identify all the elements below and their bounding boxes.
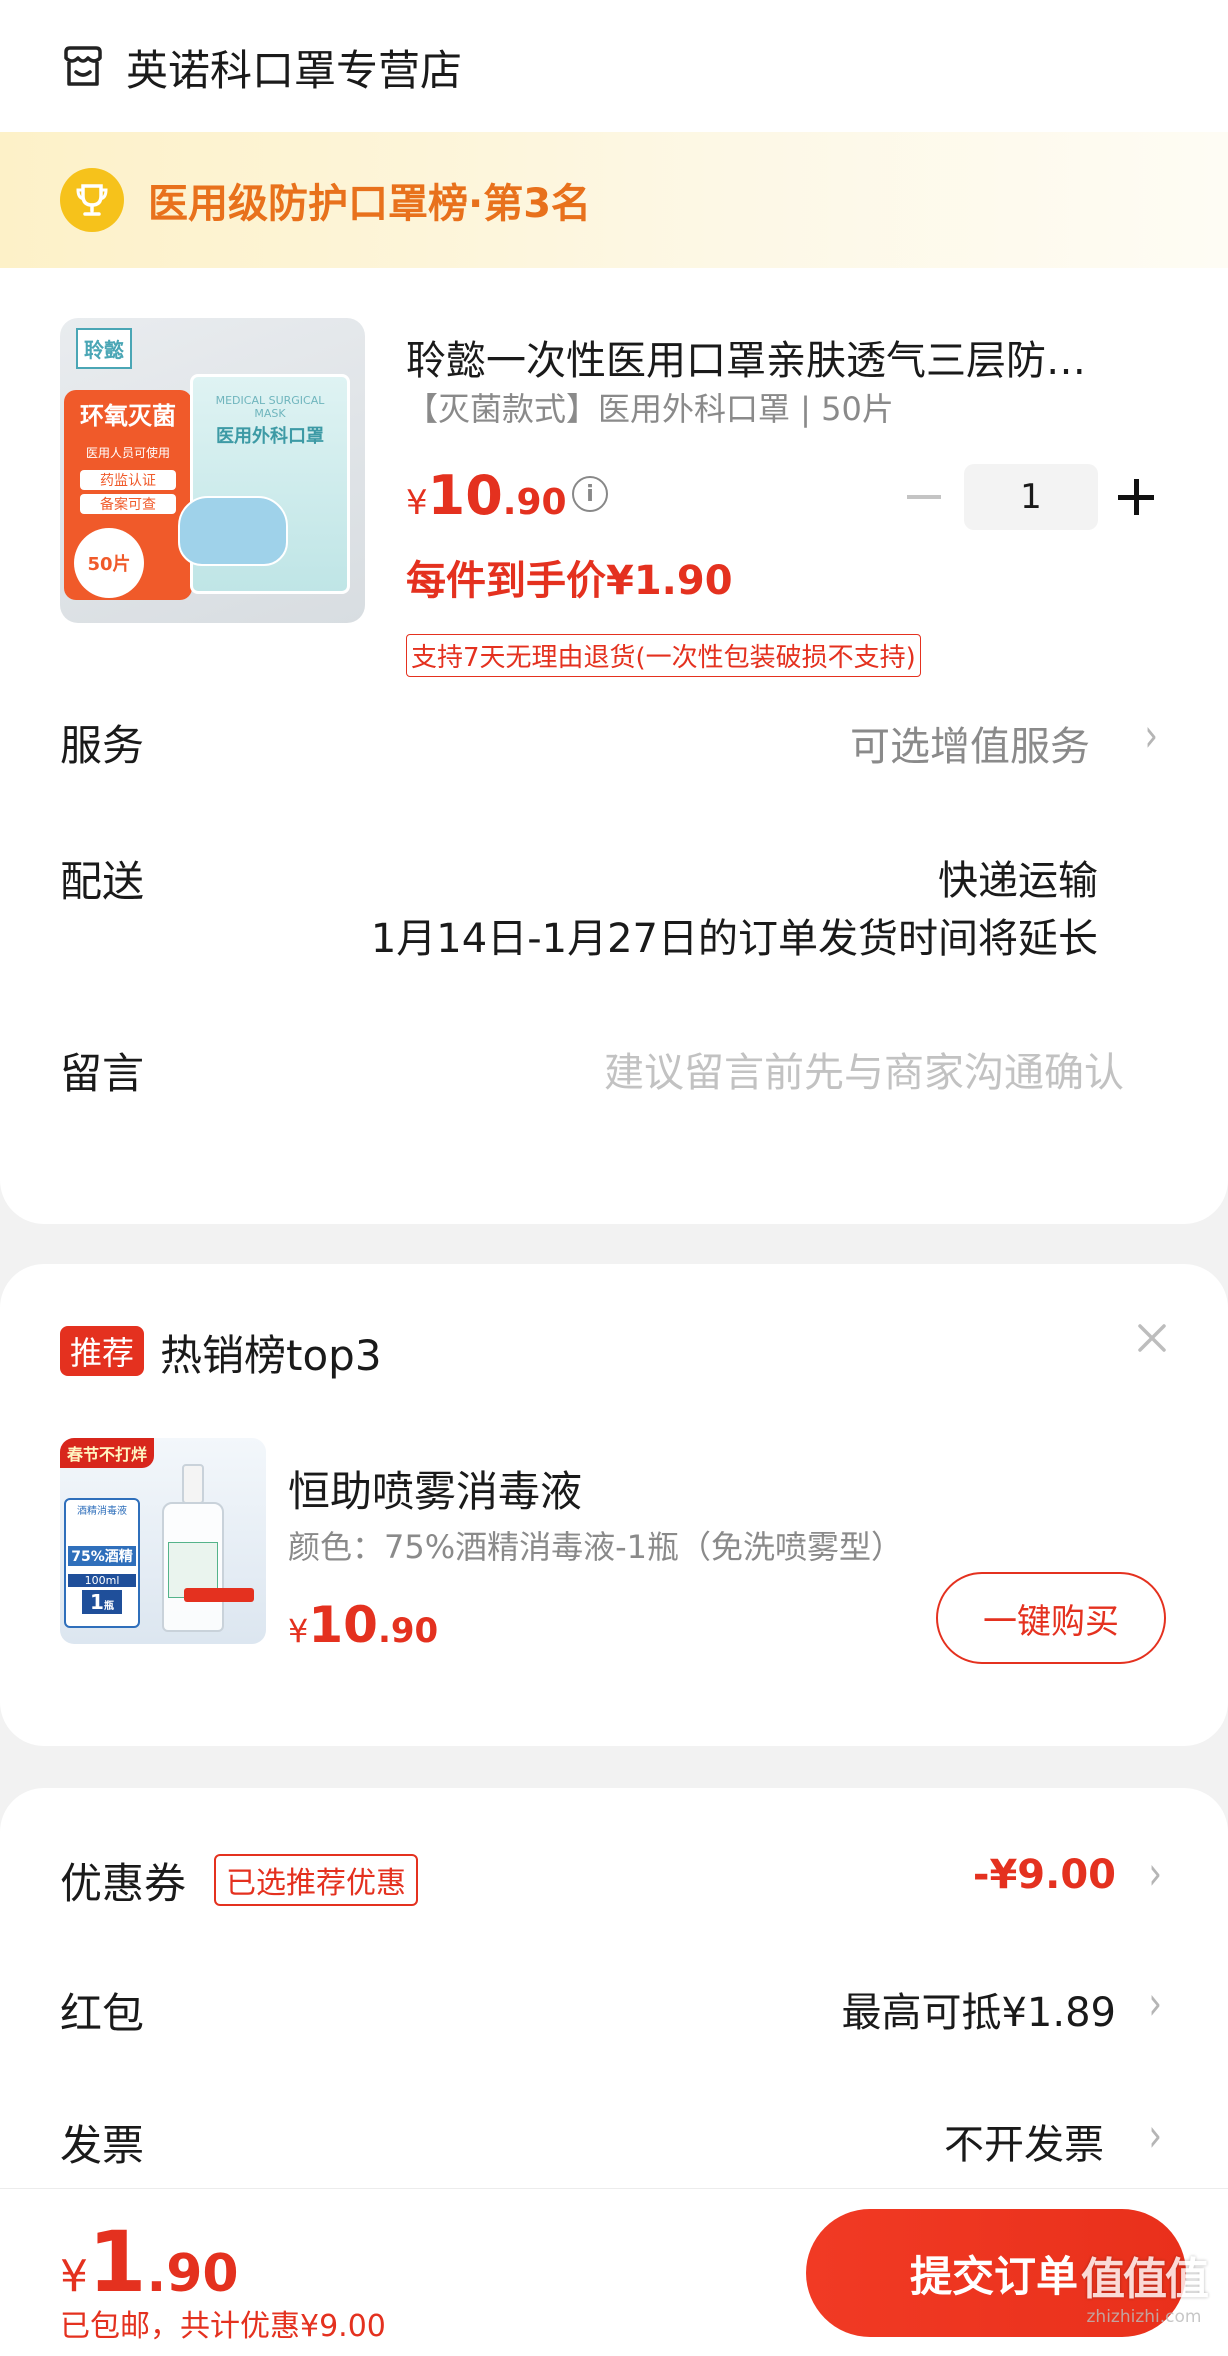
- image-pack-cn: 医用外科口罩: [216, 426, 324, 447]
- image-label5: 瓶: [103, 1601, 114, 1612]
- image-bottle-tag: [184, 1588, 254, 1602]
- product-price: ¥10.90: [406, 464, 567, 527]
- return-policy-badge: 支持7天无理由退货(一次性包装破损不支持): [406, 634, 921, 677]
- price-int: 10: [308, 1596, 378, 1654]
- info-icon[interactable]: i: [572, 476, 608, 512]
- coupon-tag: 已选推荐优惠: [214, 1854, 418, 1906]
- recommend-price: ¥10.90: [288, 1596, 438, 1654]
- product-image[interactable]: 聆懿 环氧灭菌 医用人员可使用 药监认证 备案可查 50片 MEDICAL SU…: [60, 318, 365, 623]
- price-symbol: ¥: [288, 1612, 309, 1650]
- redpacket-row[interactable]: 红包 最高可抵¥1.89 ›: [0, 1974, 1228, 2054]
- redpacket-label: 红包: [60, 1989, 145, 2038]
- image-bottle-cap: [182, 1464, 204, 1504]
- plus-icon: [1118, 479, 1154, 515]
- plus-button[interactable]: [1108, 462, 1164, 532]
- quantity-field[interactable]: 1: [964, 464, 1098, 530]
- image-badge2: 医用人员可使用: [85, 446, 170, 460]
- recommend-tag: 推荐: [60, 1326, 145, 1376]
- message-input[interactable]: 建议留言前先与商家沟通确认: [604, 1040, 1124, 1098]
- chevron-right-icon: ›: [1148, 2109, 1162, 2163]
- redpacket-value: 最高可抵¥1.89: [841, 1990, 1116, 2036]
- store-name: 英诺科口罩专营店: [126, 45, 463, 95]
- rank-banner[interactable]: 医用级防护口罩榜·第3名: [0, 132, 1228, 268]
- coupon-row[interactable]: 优惠券 已选推荐优惠 -¥9.00 ›: [0, 1844, 1228, 1924]
- per-item-price: 每件到手价¥1.90: [406, 558, 733, 604]
- image-ribbon: 春节不打烊: [60, 1438, 154, 1468]
- image-mask: [178, 496, 288, 566]
- total-symbol: ¥: [60, 2251, 88, 2302]
- bottom-bar: ¥1.90 已包邮，共计优惠¥9.00 提交订单 值值值 zhizhizhi.c…: [0, 2188, 1228, 2356]
- image-badge4: 备案可查: [80, 494, 176, 514]
- image-badge3: 药监认证: [80, 470, 176, 490]
- watermark: 值值值 zhizhizhi.com: [1064, 2243, 1224, 2327]
- delivery-value: 快递运输: [938, 858, 1098, 904]
- delivery-label: 配送: [60, 857, 145, 906]
- image-label1: 酒精消毒液: [77, 1506, 127, 1517]
- message-row: 留言 建议留言前先与商家沟通确认: [0, 1026, 1228, 1126]
- product-title[interactable]: 聆懿一次性医用口罩亲肤透气三层防…: [406, 328, 1166, 386]
- price-symbol: ¥: [406, 483, 428, 523]
- recommend-product-name[interactable]: 恒助喷雾消毒液: [288, 1458, 582, 1519]
- total-dec: .90: [146, 2244, 239, 2304]
- price-dec: .90: [502, 482, 567, 523]
- watermark-text: 值值值: [1081, 2254, 1209, 2305]
- chevron-right-icon: ›: [1148, 1977, 1162, 2031]
- one-click-buy-button[interactable]: 一键购买: [936, 1572, 1166, 1664]
- store-header[interactable]: 英诺科口罩专营店: [60, 34, 462, 100]
- service-value: 可选增值服务: [850, 724, 1090, 770]
- rank-text: 医用级防护口罩榜·第3名: [148, 181, 592, 227]
- delivery-note: 1月14日-1月27日的订单发货时间将延长: [370, 916, 1098, 962]
- image-pack-en: MEDICAL SURGICAL MASK: [215, 394, 325, 420]
- submit-order-label: 提交订单: [910, 2251, 1079, 2301]
- trophy-icon: [60, 168, 124, 232]
- image-badge1: 环氧灭菌: [80, 402, 176, 430]
- recommend-image[interactable]: 春节不打烊 酒精消毒液 75%酒精 100ml 1瓶: [60, 1438, 266, 1644]
- total-int: 1: [88, 2213, 147, 2311]
- invoice-row[interactable]: 发票 不开发票 ›: [0, 2106, 1228, 2186]
- price-dec: .90: [377, 1611, 439, 1651]
- image-brand: 聆懿: [76, 328, 132, 369]
- delivery-row: 配送 快递运输 1月14日-1月27日的订单发货时间将延长: [0, 836, 1228, 966]
- product-spec[interactable]: 【灭菌款式】医用外科口罩 | 50片: [406, 384, 894, 430]
- recommend-title: 热销榜top3: [160, 1331, 382, 1380]
- close-icon[interactable]: [1132, 1318, 1172, 1358]
- shipping-note: 已包邮，共计优惠¥9.00: [60, 2309, 386, 2344]
- message-label: 留言: [60, 1049, 145, 1098]
- image-label4: 1瓶: [82, 1590, 122, 1614]
- store-icon: [60, 44, 106, 90]
- minus-icon: [907, 495, 941, 499]
- coupon-label: 优惠券: [60, 1859, 187, 1908]
- chevron-right-icon: ›: [1148, 1847, 1162, 1901]
- service-label: 服务: [60, 721, 145, 770]
- service-row[interactable]: 服务 可选增值服务 ›: [0, 700, 1228, 800]
- invoice-label: 发票: [60, 2121, 145, 2170]
- total-price: ¥1.90: [60, 2213, 239, 2311]
- recommend-product-spec: 颜色：75%酒精消毒液-1瓶（免洗喷雾型）: [288, 1528, 904, 1566]
- watermark-sub: zhizhizhi.com: [1086, 2307, 1202, 2327]
- image-label3: 100ml: [68, 1574, 136, 1587]
- image-label2: 75%酒精: [68, 1546, 136, 1566]
- chevron-right-icon: ›: [1144, 709, 1158, 763]
- coupon-value: -¥9.00: [972, 1852, 1116, 1898]
- order-card: 英诺科口罩专营店 医用级防护口罩榜·第3名 聆懿 环氧灭菌 医用人员可使用 药监…: [0, 0, 1228, 1224]
- image-count: 50片: [74, 528, 144, 598]
- recommend-card: 推荐 热销榜top3 春节不打烊 酒精消毒液 75%酒精 100ml 1瓶 恒助…: [0, 1264, 1228, 1746]
- price-int: 10: [427, 464, 503, 527]
- invoice-value: 不开发票: [944, 2122, 1104, 2168]
- quantity-stepper: 1: [890, 462, 1170, 532]
- minus-button[interactable]: [896, 462, 952, 532]
